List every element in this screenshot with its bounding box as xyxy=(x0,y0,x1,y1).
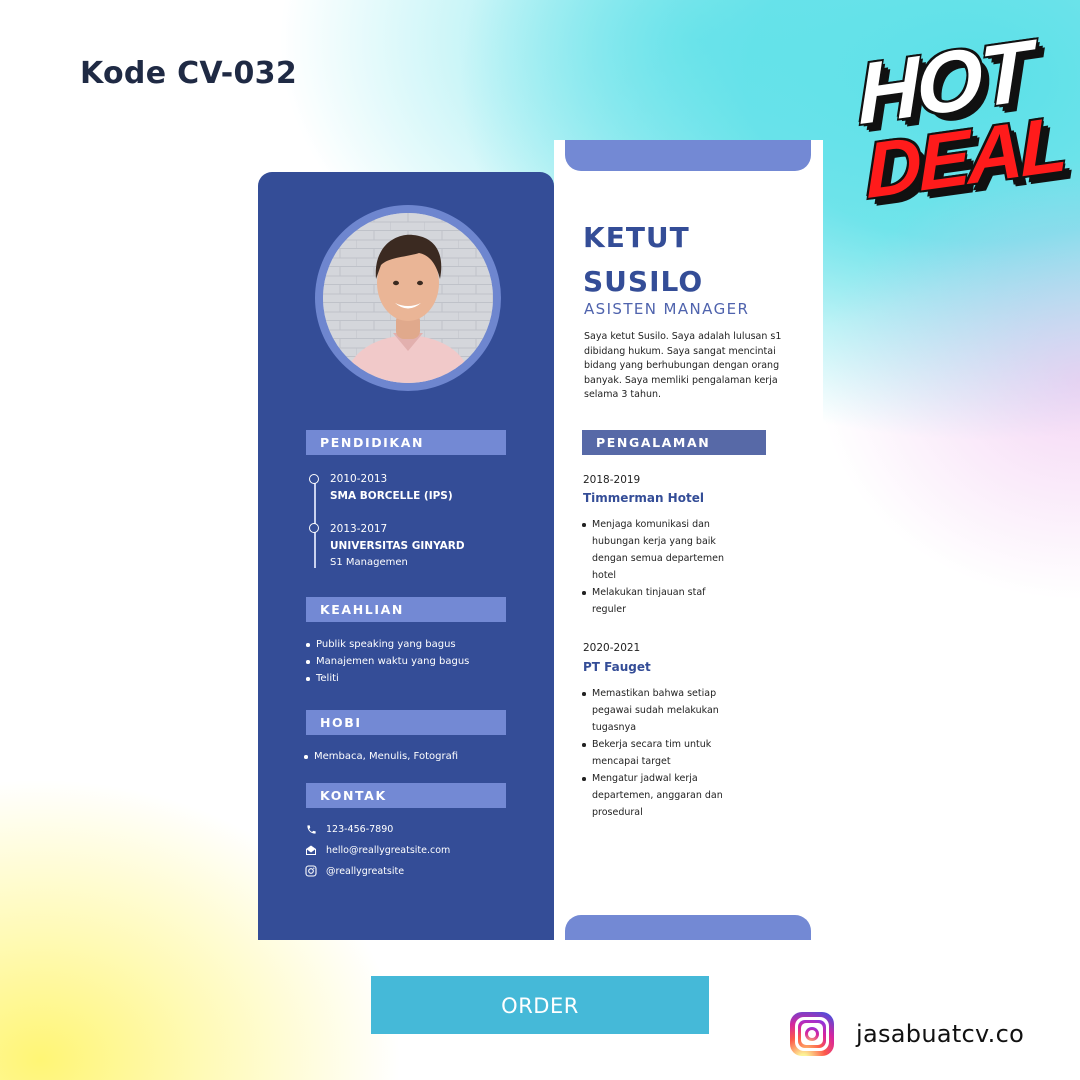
contact-email-text: hello@reallygreatsite.com xyxy=(326,844,451,856)
job-years: 2018-2019 xyxy=(583,474,641,486)
education-years: 2013-2017 xyxy=(330,523,388,535)
cv-role: ASISTEN MANAGER xyxy=(584,300,750,318)
cv-name-last: SUSILO xyxy=(583,265,704,298)
contact-phone: 123-456-7890 xyxy=(304,822,393,836)
education-item: 2010-2013 SMA BORCELLE (IPS) xyxy=(330,472,453,506)
list-item: Manajemen waktu yang bagus xyxy=(304,653,469,670)
instagram-icon xyxy=(304,864,318,878)
section-header-pengalaman: PENGALAMAN xyxy=(582,430,766,455)
order-button[interactable]: ORDER xyxy=(371,976,709,1034)
cv-name-first: KETUT xyxy=(583,221,690,254)
cv-sidebar: PENDIDIKAN 2010-2013 SMA BORCELLE (IPS) … xyxy=(258,172,554,940)
cv-profile-summary: Saya ketut Susilo. Saya adalah lulusan s… xyxy=(584,331,782,400)
job-company: Timmerman Hotel xyxy=(583,491,704,505)
education-detail: S1 Managemen xyxy=(330,557,408,568)
person-portrait-icon xyxy=(323,213,493,383)
job-duties-list: Menjaga komunikasi dan hubungan kerja ya… xyxy=(580,516,740,618)
mail-icon xyxy=(304,843,318,857)
hobbies-list: Membaca, Menulis, Fotografi xyxy=(302,748,458,765)
job-company: PT Fauget xyxy=(583,660,651,674)
education-item: 2013-2017 UNIVERSITAS GINYARD S1 Managem… xyxy=(330,522,465,570)
list-item: Memastikan bahwa setiap pegawai sudah me… xyxy=(580,685,740,736)
contact-instagram-text: @reallygreatsite xyxy=(326,865,405,877)
job-duties-list: Memastikan bahwa setiap pegawai sudah me… xyxy=(580,685,740,821)
cv-name: KETUT SUSILO xyxy=(583,216,703,304)
contact-phone-text: 123-456-7890 xyxy=(326,823,394,835)
instagram-brand-link[interactable]: jasabuatcv.co xyxy=(790,1012,1024,1056)
education-years: 2010-2013 xyxy=(330,473,388,485)
list-item: Melakukan tinjauan staf reguler xyxy=(580,584,740,618)
list-item: Menjaga komunikasi dan hubungan kerja ya… xyxy=(580,516,740,584)
list-item: Mengatur jadwal kerja departemen, anggar… xyxy=(580,770,740,821)
education-timeline xyxy=(314,476,316,568)
timeline-dot xyxy=(309,523,319,533)
section-header-pendidikan: PENDIDIKAN xyxy=(306,430,506,455)
list-item: Bekerja secara tim untuk mencapai target xyxy=(580,736,740,770)
job-years: 2020-2021 xyxy=(583,642,641,654)
contact-email: hello@reallygreatsite.com xyxy=(304,843,450,857)
instagram-logo-icon xyxy=(790,1012,834,1056)
profile-photo xyxy=(323,213,493,383)
cv-bottom-tab xyxy=(565,915,811,940)
phone-icon xyxy=(304,822,318,836)
list-item: Publik speaking yang bagus xyxy=(304,636,469,653)
product-code: Kode CV-032 xyxy=(80,56,298,91)
list-item: Membaca, Menulis, Fotografi xyxy=(302,748,458,765)
instagram-handle: jasabuatcv.co xyxy=(856,1020,1025,1048)
cv-preview: PENDIDIKAN 2010-2013 SMA BORCELLE (IPS) … xyxy=(258,140,823,940)
section-header-hobi: HOBI xyxy=(306,710,506,735)
cv-top-tab xyxy=(565,140,811,171)
education-school: SMA BORCELLE (IPS) xyxy=(330,490,453,502)
hot-deal-badge: HOT DEAL xyxy=(852,23,1066,220)
section-header-kontak: KONTAK xyxy=(306,783,506,808)
profile-photo-frame xyxy=(315,205,501,391)
section-header-keahlian: KEAHLIAN xyxy=(306,597,506,622)
contact-instagram: @reallygreatsite xyxy=(304,864,404,878)
education-school: UNIVERSITAS GINYARD xyxy=(330,540,465,552)
skills-list: Publik speaking yang bagus Manajemen wak… xyxy=(304,636,469,687)
timeline-dot xyxy=(309,474,319,484)
list-item: Teliti xyxy=(304,670,469,687)
